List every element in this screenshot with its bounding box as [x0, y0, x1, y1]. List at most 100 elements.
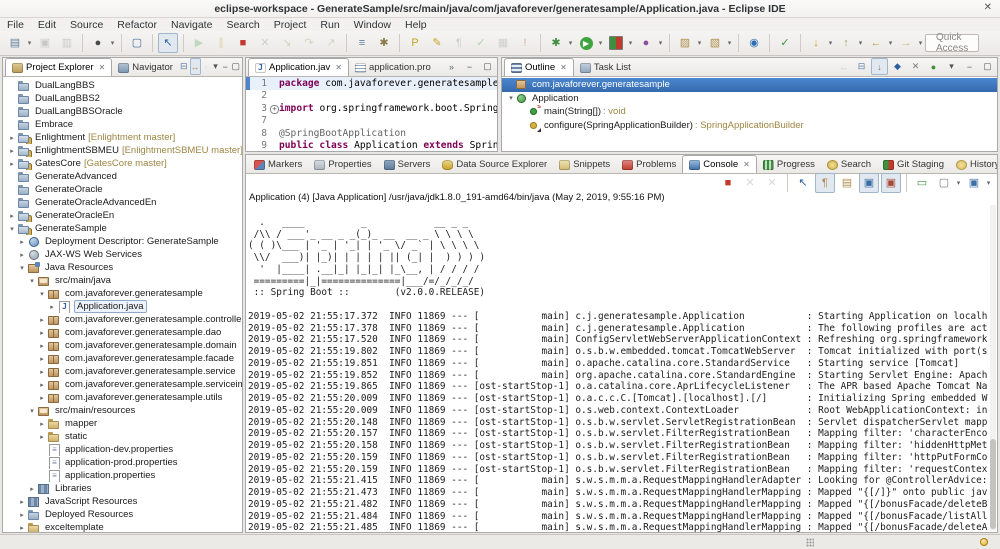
code-line[interactable]: 7	[246, 115, 497, 128]
show-when-stderr-changes-button[interactable]: ▣	[881, 173, 901, 193]
tab-history[interactable]: History	[950, 156, 997, 173]
last-edit-location-dropdown-icon[interactable]: ▾	[827, 39, 834, 47]
code-line[interactable]: 8@SpringBootApplication	[246, 127, 497, 140]
menu-file[interactable]: File	[0, 19, 31, 31]
coverage-dropdown-icon[interactable]: ▾	[627, 39, 634, 47]
terminate-button[interactable]: ■	[233, 33, 253, 53]
twistie-icon[interactable]: ▸	[37, 381, 47, 389]
resize-grip[interactable]	[806, 538, 814, 547]
step-over-button[interactable]: ↷	[299, 33, 319, 53]
menu-help[interactable]: Help	[398, 19, 434, 31]
menu-window[interactable]: Window	[347, 19, 398, 31]
coverage-button[interactable]	[606, 33, 626, 53]
tree-item-deployment-descriptor-generatesample[interactable]: ▸Deployment Descriptor: GenerateSample	[3, 235, 242, 248]
tree-item-enlightmentsbmeu[interactable]: ▸EnlightmentSBMEU[EnlightmentSBMEU maste…	[3, 144, 242, 157]
suspend-button[interactable]: ∥	[211, 33, 231, 53]
tree-item-com-javaforever-generatesample-dao[interactable]: ▸com.javaforever.generatesample.dao	[3, 326, 242, 339]
twistie-icon[interactable]: ▸	[17, 498, 27, 506]
view-menu-button[interactable]: ▾	[943, 58, 960, 75]
step-into-button[interactable]: ↘	[277, 33, 297, 53]
twistie-icon[interactable]: ▸	[47, 303, 57, 311]
last-edit-location-button[interactable]: ↓	[806, 33, 826, 53]
tree-item-application-java[interactable]: ▸Application.java	[3, 300, 242, 313]
tree-item-embrace[interactable]: Embrace	[3, 118, 242, 131]
tab-overflow-icon[interactable]: »	[443, 58, 460, 75]
fold-expand-icon[interactable]: +	[270, 105, 279, 114]
tree-item-com-javaforever-generatesample[interactable]: ▾com.javaforever.generatesample	[3, 287, 242, 300]
new-java-project-dropdown-icon[interactable]: ▾	[696, 39, 703, 47]
selection-mode-button[interactable]: ↖	[158, 33, 178, 53]
tree-item-libraries[interactable]: ▸Libraries	[3, 482, 242, 495]
twistie-icon[interactable]: ▾	[37, 290, 47, 298]
tree-item-application-prod-properties[interactable]: application-prod.properties	[3, 456, 242, 469]
view-menu-button[interactable]: ▾	[211, 58, 220, 75]
code-line[interactable]: 3+import org.springframework.boot.Spring	[246, 102, 497, 115]
focus-on-active-task-button[interactable]: ◦	[202, 58, 211, 75]
new-wizard-dropdown-icon[interactable]: ▾	[26, 39, 33, 47]
hide-fields-button[interactable]: ◆	[889, 58, 906, 75]
minimize-button[interactable]: −	[221, 58, 230, 75]
tab-application-pro[interactable]: application.pro	[349, 59, 437, 76]
save-all-button[interactable]: ▥	[57, 33, 77, 53]
maximize-button[interactable]: ▢	[230, 58, 241, 75]
outline-item-configure-springapplicationbuilder[interactable]: configure(SpringApplicationBuilder) : Sp…	[502, 119, 997, 133]
twistie-icon[interactable]: ▾	[27, 277, 37, 285]
collapse-all-button[interactable]: ⊟	[179, 58, 189, 75]
tree-item-jax-ws-web-services[interactable]: ▸JAX-WS Web Services	[3, 248, 242, 261]
notification-lamp-icon[interactable]	[980, 538, 988, 546]
twistie-icon[interactable]: ▸	[27, 485, 37, 493]
tab-application-jav[interactable]: Application.jav✕	[248, 58, 349, 76]
tree-item-exceltemplate[interactable]: ▸exceltemplate	[3, 521, 242, 532]
hide-static-members-button[interactable]: ✕	[907, 58, 924, 75]
tab-progress[interactable]: Progress	[757, 156, 821, 173]
back-button[interactable]: ←	[866, 33, 886, 53]
tab-properties[interactable]: Properties	[308, 156, 377, 173]
tab-outline[interactable]: Outline✕	[504, 58, 574, 76]
tree-item-deployed-resources[interactable]: ▸Deployed Resources	[3, 508, 242, 521]
twistie-icon[interactable]: ▸	[37, 420, 47, 428]
web-browser-button[interactable]: ◉	[744, 33, 764, 53]
tree-item-javascript-resources[interactable]: ▸JavaScript Resources	[3, 495, 242, 508]
tree-item-enlightment[interactable]: ▸Enlightment[Enlightment master]	[3, 131, 242, 144]
twistie-icon[interactable]: ▸	[37, 433, 47, 441]
new-wizard-button[interactable]: ▤	[5, 33, 25, 53]
remove-launch-button[interactable]: ✕	[740, 173, 760, 193]
menu-refactor[interactable]: Refactor	[110, 19, 164, 31]
priority-marker-button[interactable]: !	[515, 33, 535, 53]
code-editor[interactable]: 1package com.javaforever.generatesample2…	[246, 77, 497, 151]
twistie-icon[interactable]: ▾	[506, 94, 516, 102]
twistie-icon[interactable]: ▸	[37, 394, 47, 402]
tab-close-icon[interactable]: ✕	[743, 160, 750, 169]
skip-breakpoints-button[interactable]: ≡	[352, 33, 372, 53]
debug-button[interactable]: ✱	[546, 33, 566, 53]
tree-item-com-javaforever-generatesample-domain[interactable]: ▸com.javaforever.generatesample.domain	[3, 339, 242, 352]
save-button[interactable]: ▣	[35, 33, 55, 53]
word-wrap-button[interactable]: ¶	[815, 173, 835, 193]
minimize-button[interactable]: −	[461, 58, 478, 75]
tab-close-icon[interactable]: ✕	[335, 63, 342, 72]
new-web-project-button[interactable]: ▧	[705, 33, 725, 53]
twistie-icon[interactable]: ▾	[17, 264, 27, 272]
minimize-button[interactable]: −	[961, 58, 978, 75]
validate-button[interactable]: ✓	[471, 33, 491, 53]
tree-item-com-javaforever-generatesample-service[interactable]: ▸com.javaforever.generatesample.service	[3, 365, 242, 378]
tree-item-generateadvanced[interactable]: GenerateAdvanced	[3, 170, 242, 183]
remove-all-launches-button[interactable]: ✕	[762, 173, 782, 193]
collapse-all-button[interactable]: ⊟	[853, 58, 870, 75]
menu-source[interactable]: Source	[63, 19, 110, 31]
maximize-button[interactable]: ▢	[979, 58, 996, 75]
tab-data-source-explorer[interactable]: Data Source Explorer	[436, 156, 553, 173]
scroll-lock-button[interactable]: ↖	[793, 173, 813, 193]
tree-item-application-properties[interactable]: application.properties	[3, 469, 242, 482]
new-web-project-dropdown-icon[interactable]: ▾	[726, 39, 733, 47]
hide-non-public-button[interactable]: ●	[925, 58, 942, 75]
tab-problems[interactable]: Problems	[616, 156, 682, 173]
debug-dropdown-icon[interactable]: ▾	[567, 39, 574, 47]
twistie-icon[interactable]: ▸	[7, 212, 17, 220]
run-dropdown-icon[interactable]: ▾	[597, 39, 604, 47]
display-selected-console-dropdown-icon[interactable]: ▾	[955, 179, 962, 187]
show-stdout-button[interactable]: ▤	[837, 173, 857, 193]
menu-navigate[interactable]: Navigate	[164, 19, 219, 31]
display-selected-console-button[interactable]: ▢	[934, 173, 954, 193]
twistie-icon[interactable]: ▸	[17, 511, 27, 519]
